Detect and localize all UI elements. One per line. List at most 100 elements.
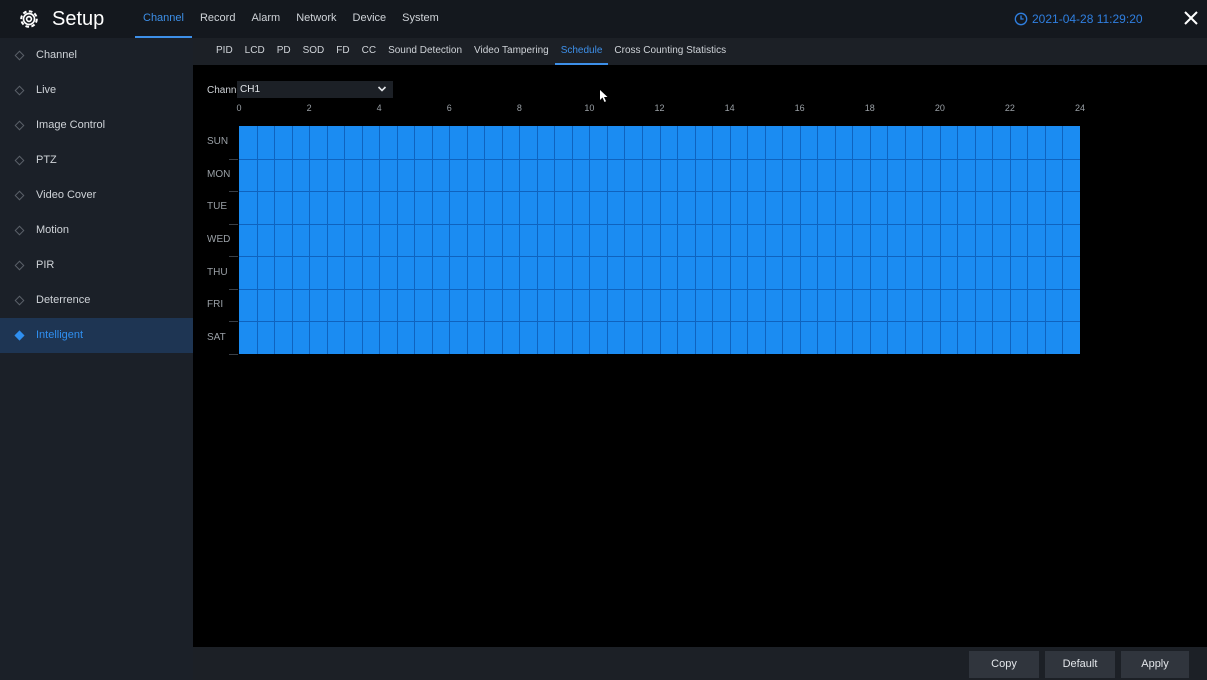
- subtab-video-tampering[interactable]: Video Tampering: [468, 38, 555, 65]
- grid-column-divider: [484, 126, 486, 354]
- day-divider: [229, 321, 238, 323]
- grid-row-divider: [239, 321, 1080, 323]
- diamond-icon: [14, 295, 25, 306]
- sidebar-item-image-control[interactable]: Image Control: [0, 108, 193, 143]
- grid-column-divider: [974, 126, 976, 354]
- top-nav: Channel Record Alarm Network Device System: [135, 0, 447, 38]
- close-icon[interactable]: [1183, 10, 1199, 26]
- subtab-schedule[interactable]: Schedule: [554, 38, 609, 65]
- gear-icon: [20, 10, 38, 28]
- hour-label: 2: [306, 103, 312, 113]
- diamond-icon: [14, 50, 25, 61]
- grid-row-divider: [239, 223, 1080, 225]
- sidebar-item-label: Deterrence: [36, 294, 91, 306]
- tab-network[interactable]: Network: [288, 0, 344, 38]
- subtab-lcd[interactable]: LCD: [239, 38, 271, 65]
- subtab-pd[interactable]: PD: [271, 38, 297, 65]
- subtab-sod[interactable]: SOD: [297, 38, 331, 65]
- grid-column-divider: [694, 126, 696, 354]
- tab-system[interactable]: System: [394, 0, 447, 38]
- hour-label: 18: [864, 103, 875, 113]
- grid-column-divider: [869, 126, 871, 354]
- grid-column-divider: [1027, 126, 1029, 354]
- tab-device[interactable]: Device: [345, 0, 395, 38]
- top-bar: Setup Channel Record Alarm Network Device Sys…: [0, 0, 1207, 38]
- sub-tab-bar: PID LCD PD SOD FD CC Sound Detection Video Tamp…: [193, 38, 1207, 65]
- grid-column-divider: [677, 126, 679, 354]
- grid-column-divider: [782, 126, 784, 354]
- sidebar: Channel Live Image Control PTZ Video Cover Mo…: [0, 38, 193, 680]
- grid-column-divider: [712, 126, 714, 354]
- grid-column-divider: [834, 126, 836, 354]
- apply-button[interactable]: Apply: [1121, 651, 1189, 678]
- grid-column-divider: [396, 126, 398, 354]
- sidebar-item-deterrence[interactable]: Deterrence: [0, 283, 193, 318]
- grid-column-divider: [1062, 126, 1064, 354]
- sidebar-item-channel[interactable]: Channel: [0, 38, 193, 73]
- hour-label: 8: [516, 103, 522, 113]
- sidebar-item-label: Video Cover: [36, 189, 97, 201]
- subtab-pid[interactable]: PID: [210, 38, 239, 65]
- grid-row-divider: [239, 288, 1080, 290]
- tab-alarm[interactable]: Alarm: [243, 0, 288, 38]
- hour-label: 22: [1004, 103, 1015, 113]
- clock-icon: [1014, 12, 1028, 26]
- subtab-cross-counting-statistics[interactable]: Cross Counting Statistics: [608, 38, 732, 65]
- sidebar-item-intelligent[interactable]: Intelligent: [0, 318, 193, 353]
- hour-label: 4: [376, 103, 382, 113]
- sidebar-item-ptz[interactable]: PTZ: [0, 143, 193, 178]
- grid-column-divider: [536, 126, 538, 354]
- sidebar-item-video-cover[interactable]: Video Cover: [0, 178, 193, 213]
- grid-column-divider: [344, 126, 346, 354]
- sidebar-item-pir[interactable]: PIR: [0, 248, 193, 283]
- schedule-grid[interactable]: [239, 126, 1080, 354]
- subtab-sound-detection[interactable]: Sound Detection: [382, 38, 468, 65]
- grid-column-divider: [519, 126, 521, 354]
- sidebar-item-label: Live: [36, 84, 57, 96]
- grid-column-divider: [606, 126, 608, 354]
- grid-column-divider: [624, 126, 626, 354]
- day-label-mon: MON: [207, 168, 231, 180]
- grid-column-divider: [887, 126, 889, 354]
- day-divider: [229, 158, 238, 160]
- grid-column-divider: [992, 126, 994, 354]
- channel-select[interactable]: CH1: [237, 81, 393, 98]
- grid-column-divider: [1009, 126, 1011, 354]
- tab-channel[interactable]: Channel: [135, 0, 192, 38]
- subtab-fd[interactable]: FD: [330, 38, 355, 65]
- mouse-cursor-icon: [600, 90, 608, 102]
- grid-column-divider: [274, 126, 276, 354]
- grid-column-divider: [361, 126, 363, 354]
- grid-column-divider: [939, 126, 941, 354]
- grid-row-divider: [239, 158, 1080, 160]
- day-label-tue: TUE: [207, 201, 227, 213]
- copy-button[interactable]: Copy: [969, 651, 1039, 678]
- tab-record[interactable]: Record: [192, 0, 243, 38]
- hour-label: 24: [1074, 103, 1086, 113]
- sidebar-item-motion[interactable]: Motion: [0, 213, 193, 248]
- hour-label: 16: [794, 103, 805, 113]
- grid-column-divider: [414, 126, 416, 354]
- diamond-icon: [14, 155, 25, 166]
- grid-column-divider: [431, 126, 433, 354]
- grid-column-divider: [799, 126, 801, 354]
- sidebar-item-label: Channel: [36, 49, 77, 61]
- grid-column-divider: [309, 126, 311, 354]
- subtab-cc[interactable]: CC: [356, 38, 382, 65]
- diamond-icon: [14, 85, 25, 96]
- grid-column-divider: [379, 126, 381, 354]
- hour-label: 14: [724, 103, 735, 113]
- day-divider: [229, 191, 238, 193]
- grid-column-divider: [957, 126, 959, 354]
- grid-row-divider: [239, 191, 1080, 193]
- sidebar-item-live[interactable]: Live: [0, 73, 193, 108]
- grid-column-divider: [659, 126, 661, 354]
- hour-label: 0: [236, 103, 242, 113]
- grid-column-divider: [589, 126, 591, 354]
- default-button[interactable]: Default: [1045, 651, 1115, 678]
- grid-column-divider: [449, 126, 451, 354]
- day-divider: [229, 223, 238, 225]
- sidebar-item-label: Intelligent: [36, 329, 84, 341]
- app-title: Setup: [52, 8, 105, 30]
- grid-row-divider: [239, 256, 1080, 258]
